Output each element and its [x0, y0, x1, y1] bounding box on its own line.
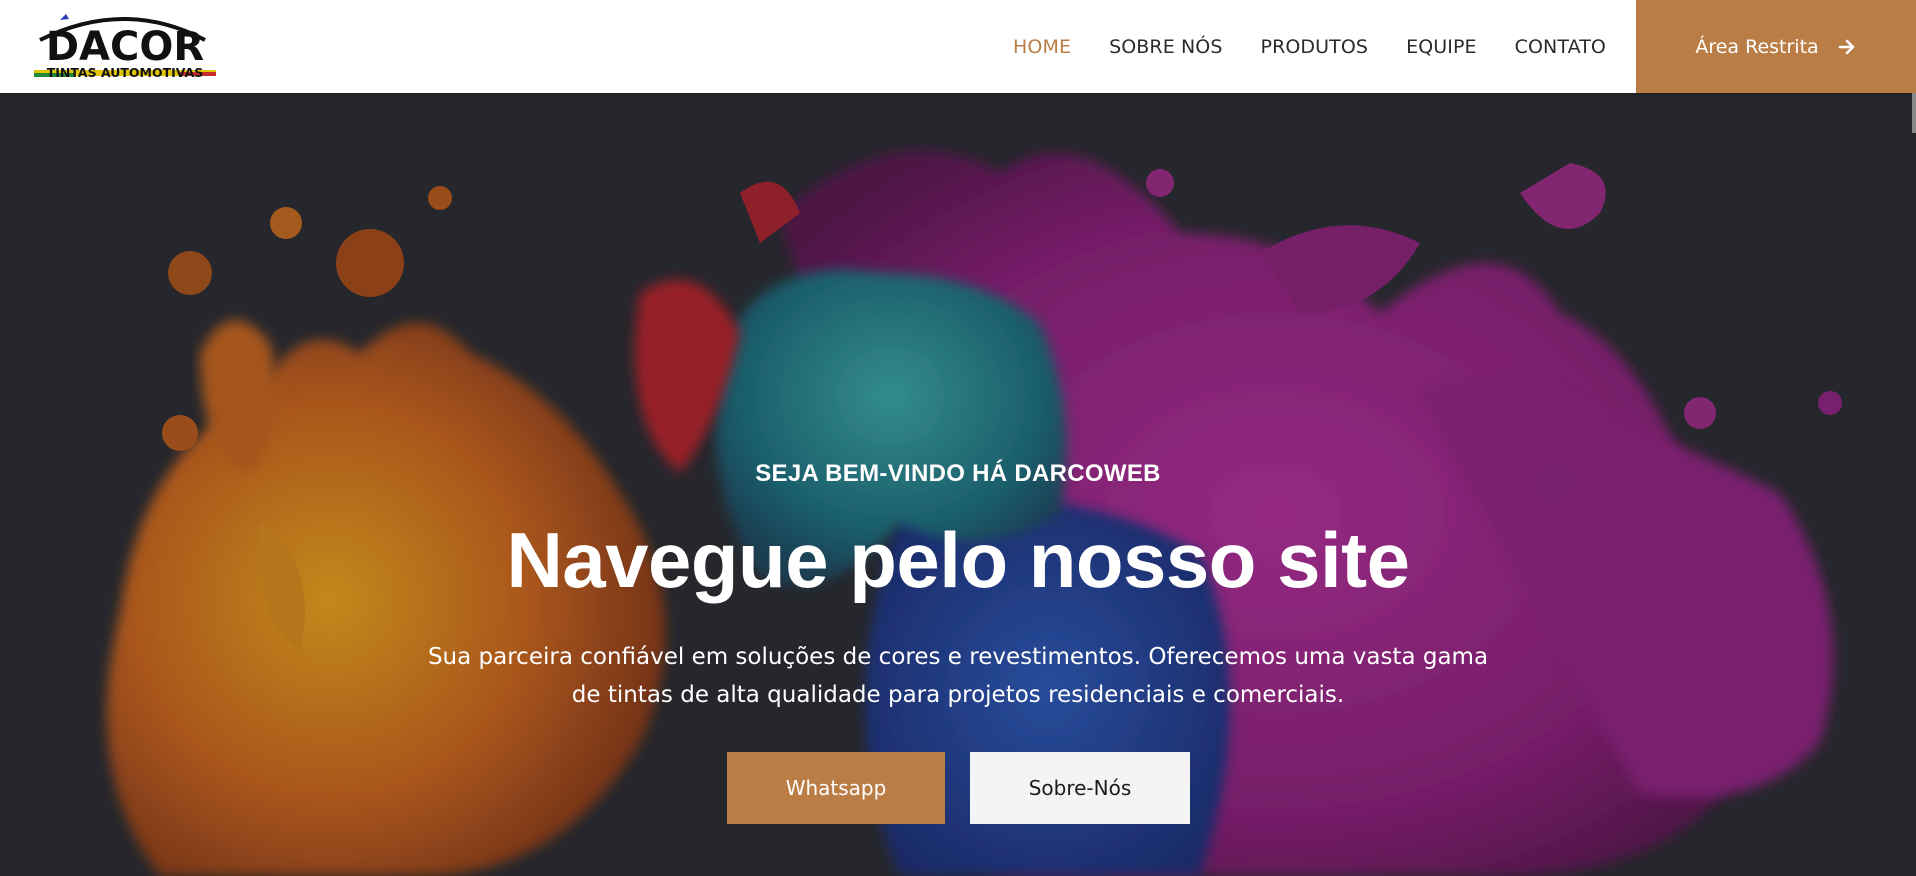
- hero-title: Navegue pelo nosso site: [506, 516, 1410, 604]
- main-nav: HOME SOBRE NÓS PRODUTOS EQUIPE CONTATO: [975, 0, 1606, 93]
- nav-produtos[interactable]: PRODUTOS: [1261, 36, 1369, 58]
- whatsapp-button[interactable]: Whatsapp: [727, 752, 945, 824]
- logo-tagline: TINTAS AUTOMOTIVAS: [47, 65, 204, 80]
- hero-description: Sua parceira confiável em soluções de co…: [427, 644, 1489, 708]
- brand-logo[interactable]: DACOR TINTAS AUTOMOTIVAS: [30, 10, 220, 86]
- restricted-area-button[interactable]: Área Restrita: [1636, 0, 1916, 93]
- restricted-area-label: Área Restrita: [1695, 35, 1819, 58]
- logo-wordmark: DACOR: [46, 24, 204, 70]
- nav-home[interactable]: HOME: [1013, 36, 1071, 58]
- scrollbar[interactable]: [1912, 93, 1916, 133]
- nav-contato[interactable]: CONTATO: [1515, 36, 1606, 58]
- hero-content: SEJA BEM-VINDO HÁ DARCOWEB Navegue pelo …: [0, 93, 1916, 876]
- hero-eyebrow: SEJA BEM-VINDO HÁ DARCOWEB: [755, 460, 1161, 487]
- nav-sobre-nos[interactable]: SOBRE NÓS: [1109, 36, 1222, 58]
- nav-equipe[interactable]: EQUIPE: [1406, 36, 1477, 58]
- navbar: DACOR TINTAS AUTOMOTIVAS HOME SOBRE NÓS …: [0, 0, 1916, 93]
- arrow-right-icon: [1837, 37, 1857, 57]
- about-button[interactable]: Sobre-Nós: [970, 752, 1190, 824]
- hero-section: SEJA BEM-VINDO HÁ DARCOWEB Navegue pelo …: [0, 93, 1916, 876]
